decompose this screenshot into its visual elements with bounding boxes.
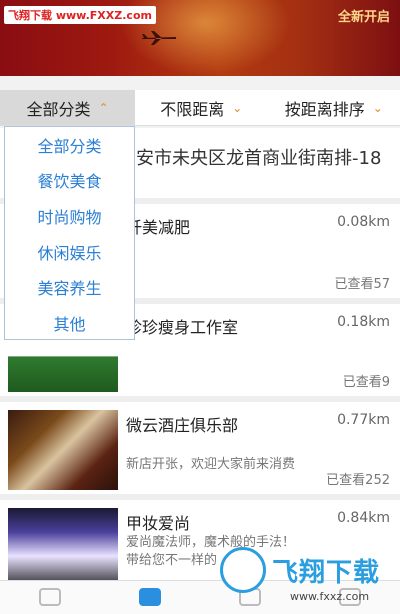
dropdown-item-shopping[interactable]: 时尚购物	[5, 198, 134, 234]
listing-views: 已查看57	[334, 277, 390, 292]
listing-description: 新店开张，欢迎大家前来消费	[126, 457, 296, 472]
watermark-label: 飞翔下载 www.FXXZ.com	[4, 6, 156, 24]
listing-distance: 0.84km	[337, 510, 390, 526]
listing-title: 甲妆爱尚	[126, 514, 191, 533]
watermark-url: www.fxxz.com	[290, 590, 370, 603]
watermark-text: 飞翔下载	[272, 557, 381, 588]
nav-home[interactable]	[0, 581, 100, 614]
watermark-logo-icon	[220, 547, 266, 593]
filter-bar: 全部分类 ⌃ 不限距离 ⌄ 按距离排序 ⌄	[0, 90, 400, 126]
home-icon	[39, 588, 61, 606]
nav-shop[interactable]	[100, 581, 200, 614]
chevron-down-icon: ⌄	[232, 100, 243, 115]
filter-distance-label: 不限距离	[160, 99, 225, 119]
listing-distance: 0.18km	[337, 314, 390, 330]
list-item[interactable]: 微云酒庄俱乐部 0.77km 新店开张，欢迎大家前来消费 已查看252	[0, 396, 400, 494]
filter-category-label: 全部分类	[26, 99, 91, 119]
dropdown-item-other[interactable]: 其他	[5, 305, 134, 341]
category-dropdown: 全部分类 餐饮美食 时尚购物 休闲娱乐 美容养生 其他	[4, 126, 135, 340]
promo-banner[interactable]: 飞翔下载 www.FXXZ.com 全新开启	[0, 0, 400, 76]
listing-thumbnail	[8, 508, 118, 588]
dropdown-item-food[interactable]: 餐饮美食	[5, 163, 134, 199]
listing-thumbnail	[8, 410, 118, 490]
dropdown-item-entertainment[interactable]: 休闲娱乐	[5, 234, 134, 270]
shop-icon	[139, 588, 161, 606]
filter-sort[interactable]: 按距离排序 ⌄	[268, 90, 400, 125]
listing-views: 已查看9	[342, 375, 390, 390]
chevron-down-icon: ⌄	[372, 100, 383, 115]
listing-distance: 0.77km	[337, 412, 390, 428]
airplane-icon	[142, 31, 176, 45]
listing-title: 微云酒庄俱乐部	[126, 416, 239, 435]
filter-sort-label: 按距离排序	[284, 99, 365, 119]
dropdown-item-beauty[interactable]: 美容养生	[5, 269, 134, 305]
listing-distance: 0.08km	[337, 214, 390, 230]
filter-category[interactable]: 全部分类 ⌃	[0, 90, 135, 125]
listing-views: 已查看252	[326, 473, 390, 488]
address-text: 安市未央区龙首商业街南排-18	[136, 148, 382, 169]
banner-title: 全新开启	[337, 10, 390, 25]
dropdown-item-all[interactable]: 全部分类	[5, 127, 134, 163]
filter-distance[interactable]: 不限距离 ⌄	[135, 90, 268, 125]
chevron-up-icon: ⌃	[98, 100, 109, 115]
listing-title: 纤美减肥	[126, 218, 191, 237]
listing-title: 珍珍瘦身工作室	[126, 318, 239, 337]
